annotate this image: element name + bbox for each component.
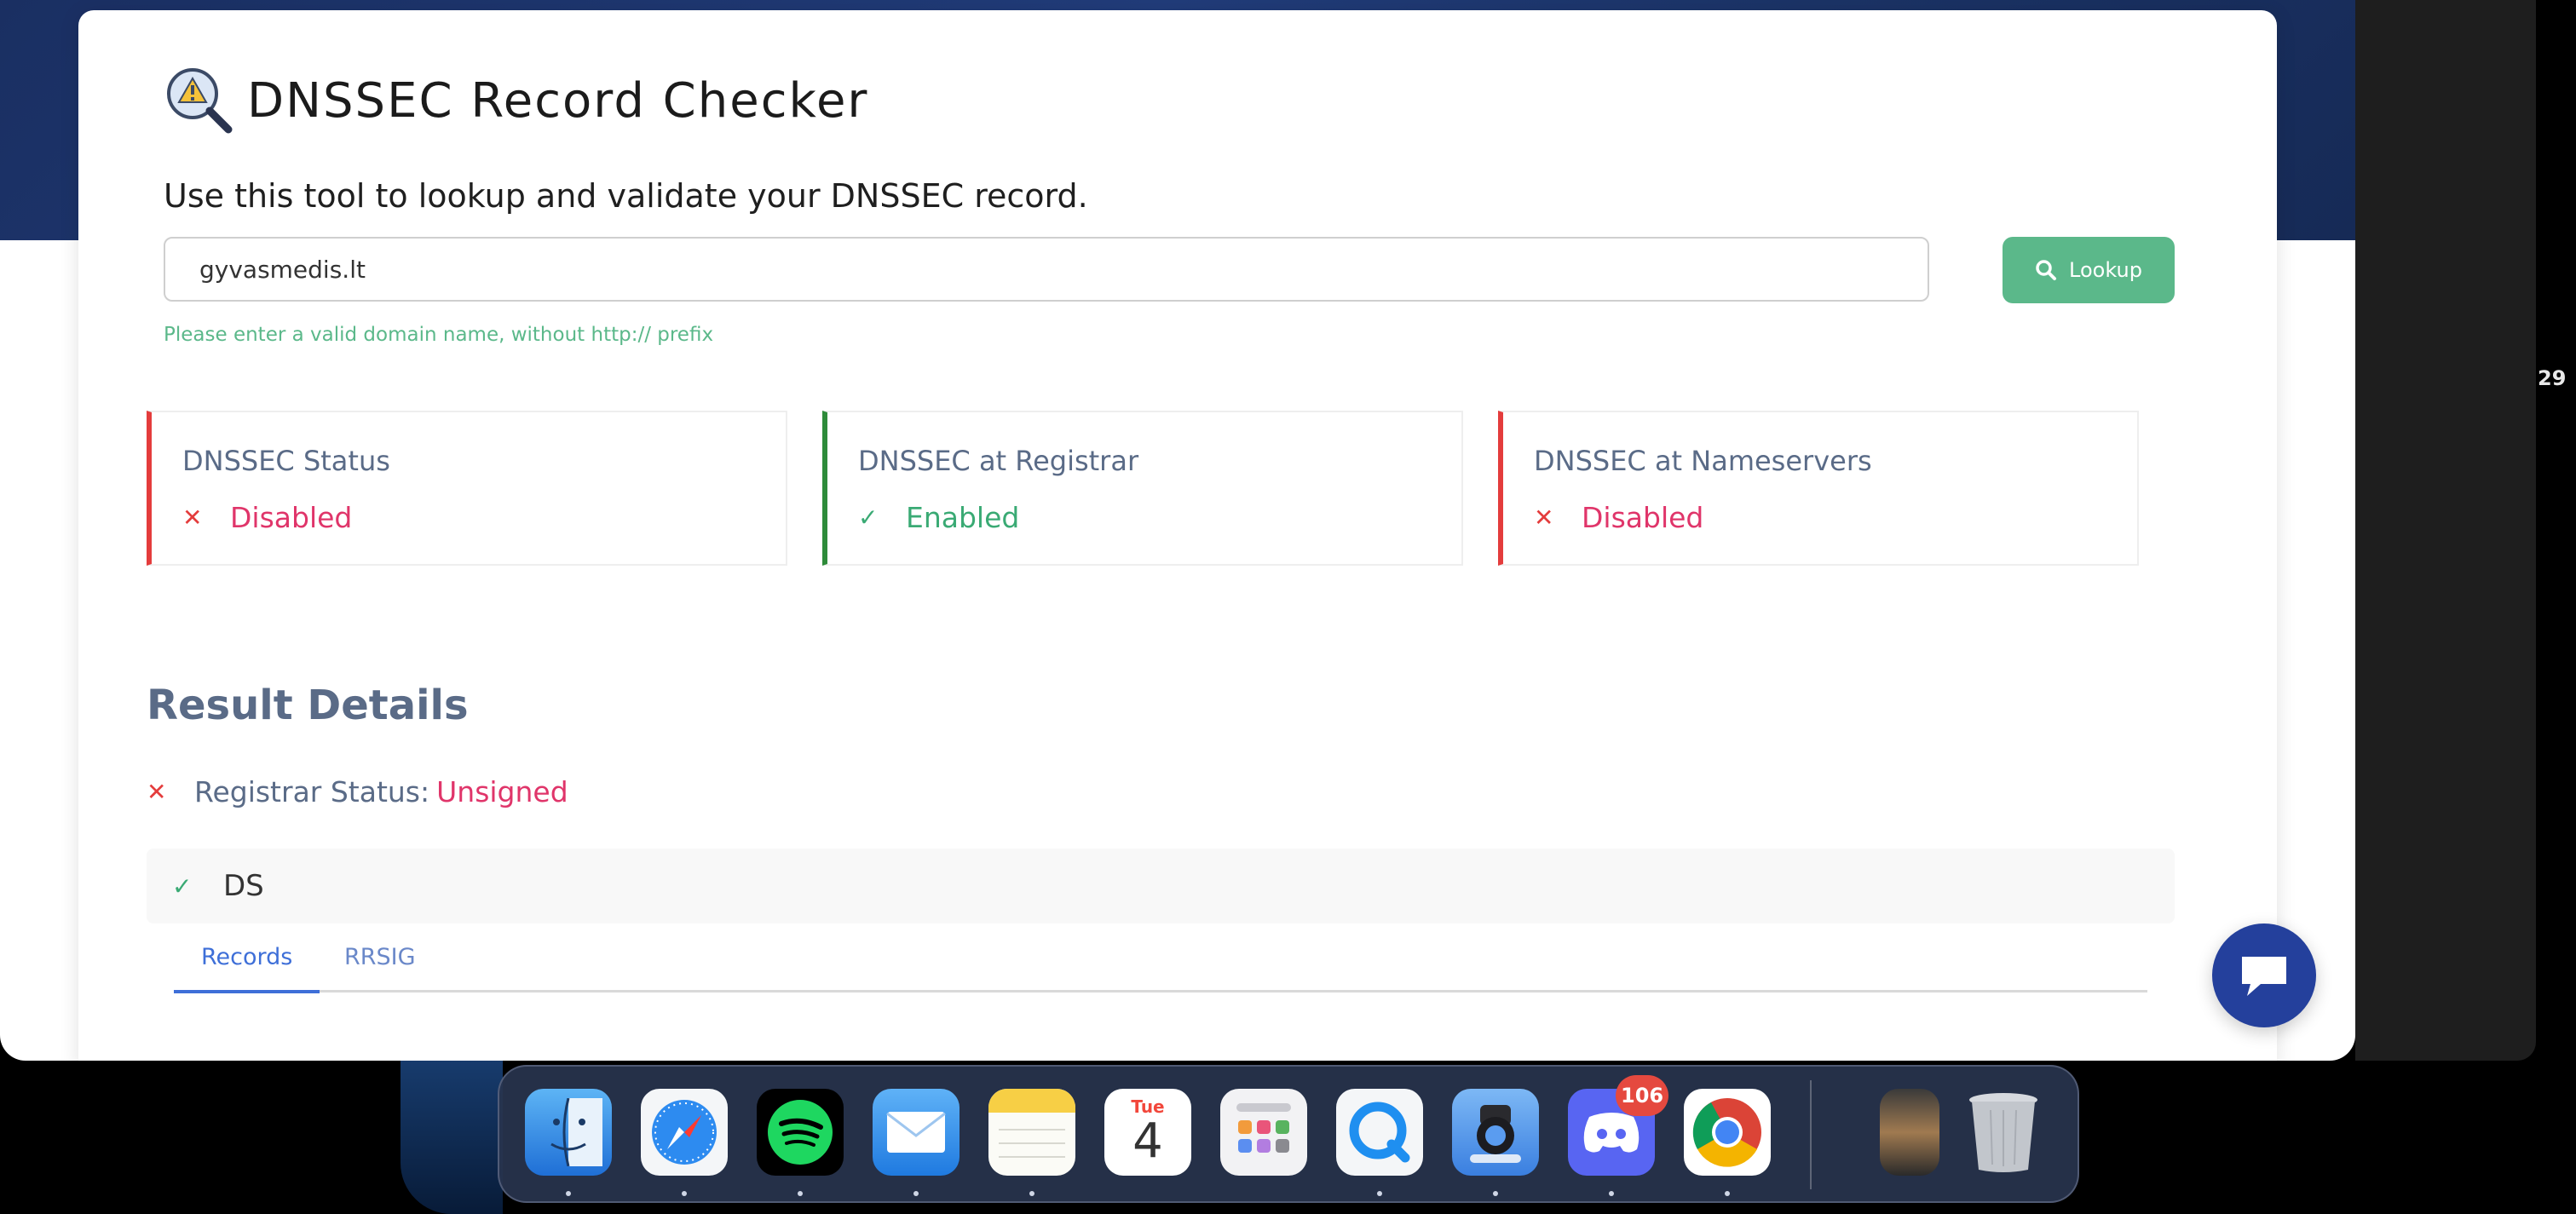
adjacent-window	[2355, 0, 2536, 1061]
ds-label: DS	[223, 869, 264, 903]
lookup-button-label: Lookup	[2069, 258, 2142, 282]
running-indicator	[913, 1191, 919, 1196]
status-card-value: Enabled	[906, 501, 1020, 534]
running-indicator	[1377, 1191, 1382, 1196]
recent-window-thumbnail-icon[interactable]	[1880, 1089, 1939, 1176]
magnifier-warning-icon	[167, 68, 233, 134]
status-card-dnssec-status: DNSSEC Status ✕ Disabled	[147, 411, 787, 566]
running-indicator	[1609, 1191, 1614, 1196]
page-subtitle: Use this tool to lookup and validate you…	[164, 177, 1088, 215]
close-icon: ✕	[1534, 503, 1554, 532]
status-card-title: DNSSEC Status	[182, 445, 390, 477]
tab-rrsig[interactable]: RRSIG	[344, 941, 416, 990]
chrome-icon[interactable]	[1684, 1089, 1771, 1176]
registrar-status-value: Unsigned	[436, 775, 568, 808]
calendar-date: 4	[1132, 1113, 1163, 1169]
running-indicator	[566, 1191, 571, 1196]
mail-icon[interactable]	[873, 1089, 960, 1176]
status-card-row: ✕ Disabled	[1534, 501, 1703, 534]
running-indicator	[798, 1191, 803, 1196]
status-card-row: ✕ Disabled	[182, 501, 352, 534]
chat-bubble-icon	[2242, 957, 2286, 996]
chat-button[interactable]	[2212, 923, 2316, 1027]
dock: Tue 4 106	[498, 1065, 2079, 1203]
status-card-title: DNSSEC at Nameservers	[1534, 445, 1872, 477]
running-indicator	[1493, 1191, 1498, 1196]
quicktime-icon[interactable]	[1336, 1089, 1423, 1176]
record-tabs: Records RRSIG	[174, 941, 2147, 993]
search-icon	[2036, 260, 2057, 280]
notes-icon[interactable]	[988, 1089, 1075, 1176]
lookup-button[interactable]: Lookup	[2003, 237, 2175, 303]
status-card-row: ✓ Enabled	[858, 501, 1019, 534]
safari-icon[interactable]	[641, 1089, 728, 1176]
wallpaper-glow	[401, 1061, 503, 1214]
dock-separator	[1810, 1080, 1812, 1189]
edge-clock-fragment: 29	[2538, 366, 2567, 390]
status-card-value: Disabled	[230, 501, 353, 534]
spotify-icon[interactable]	[757, 1089, 844, 1176]
preview-icon[interactable]	[1452, 1089, 1539, 1176]
registrar-status-row: ✕ Registrar Status: Unsigned	[147, 775, 568, 808]
tab-records[interactable]: Records	[174, 941, 320, 993]
close-icon: ✕	[147, 778, 167, 806]
notification-badge: 106	[1616, 1075, 1669, 1116]
check-icon: ✓	[858, 503, 879, 532]
results-title: Result Details	[147, 682, 469, 729]
status-card-title: DNSSEC at Registrar	[858, 445, 1139, 477]
title-row: DNSSEC Record Checker	[164, 65, 868, 136]
domain-hint: Please enter a valid domain name, withou…	[164, 324, 714, 346]
registrar-status-label: Registrar Status:	[194, 775, 430, 808]
running-indicator	[1029, 1191, 1034, 1196]
status-card-nameservers: DNSSEC at Nameservers ✕ Disabled	[1498, 411, 2139, 566]
domain-input[interactable]	[164, 237, 1929, 302]
running-indicator	[1725, 1191, 1730, 1196]
launchpad-icon[interactable]	[1220, 1089, 1307, 1176]
status-card-registrar: DNSSEC at Registrar ✓ Enabled	[822, 411, 1463, 566]
trash-icon[interactable]	[1960, 1089, 2047, 1176]
status-card-value: Disabled	[1582, 501, 1704, 534]
finder-icon[interactable]	[525, 1089, 612, 1176]
calendar-icon[interactable]: Tue 4	[1104, 1089, 1191, 1176]
running-indicator	[682, 1191, 687, 1196]
ds-accordion-header[interactable]: ✓ DS	[147, 849, 2175, 923]
page-title: DNSSEC Record Checker	[247, 72, 869, 129]
close-icon: ✕	[182, 503, 203, 532]
check-icon: ✓	[172, 872, 193, 900]
